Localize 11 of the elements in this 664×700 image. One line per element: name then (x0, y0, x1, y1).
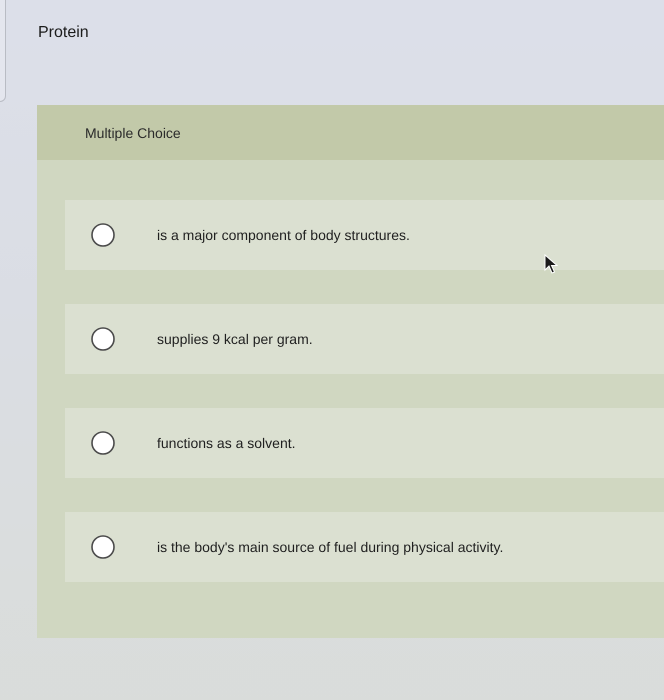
answer-option[interactable]: functions as a solvent. (65, 408, 664, 478)
radio-icon[interactable] (91, 535, 115, 559)
radio-icon[interactable] (91, 223, 115, 247)
question-type-label: Multiple Choice (85, 124, 181, 140)
radio-icon[interactable] (91, 431, 115, 455)
mouse-pointer-icon (544, 254, 558, 274)
answer-option[interactable]: supplies 9 kcal per gram. (65, 304, 664, 374)
radio-icon[interactable] (91, 327, 115, 351)
answer-option[interactable]: is the body's main source of fuel during physical activity. (65, 512, 664, 582)
question-title: Protein (37, 23, 90, 43)
answer-option[interactable]: is a major component of body structures. (65, 200, 664, 270)
